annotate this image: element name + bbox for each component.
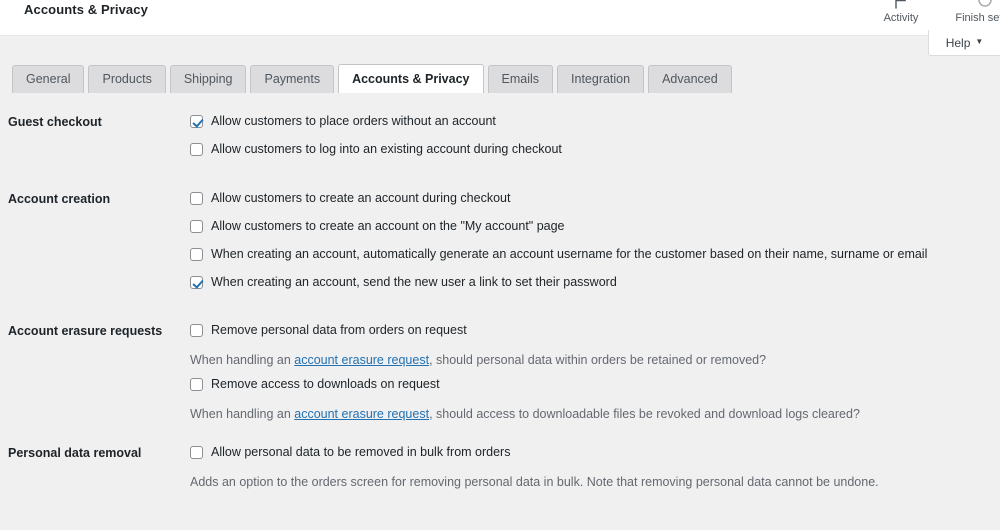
description-remove-personal-data-from-orders: When handling an account erasure request… (190, 351, 990, 377)
tab-emails[interactable]: Emails (487, 65, 554, 93)
tab-shipping[interactable]: Shipping (169, 65, 247, 93)
header-actions: Activity Finish setup (872, 0, 1000, 24)
checkbox-bulk-remove-personal-data[interactable] (190, 446, 203, 459)
field-allow-guest-orders[interactable]: Allow customers to place orders without … (190, 114, 990, 142)
activity-label: Activity (883, 12, 919, 24)
field-remove-personal-data-from-orders[interactable]: Remove personal data from orders on requ… (190, 323, 990, 351)
activity-button[interactable]: Activity (872, 0, 930, 24)
finish-setup-label: Finish setup (955, 12, 1000, 24)
description-remove-access-to-downloads: When handling an account erasure request… (190, 405, 990, 431)
account-erasure-request-link[interactable]: account erasure request (294, 407, 429, 421)
checkbox-remove-personal-data-from-orders[interactable] (190, 324, 203, 337)
description-bulk-remove-personal-data: Adds an option to the orders screen for … (190, 475, 879, 489)
settings-tabs-wrap: General Products Shipping Payments Accou… (0, 64, 1000, 93)
flag-icon (893, 0, 909, 10)
chevron-down-icon: ▼ (975, 37, 984, 46)
section-fields-account-creation: Allow customers to create an account dur… (190, 191, 1000, 303)
field-create-account-my-account-page[interactable]: Allow customers to create an account on … (190, 219, 990, 247)
section-label-guest-checkout: Guest checkout (8, 115, 102, 129)
description-text-after: , should access to downloadable files be… (429, 407, 860, 421)
label-send-password-setup-link[interactable]: When creating an account, send the new u… (211, 275, 617, 290)
label-allow-guest-orders[interactable]: Allow customers to place orders without … (211, 114, 496, 129)
tab-advanced[interactable]: Advanced (648, 65, 732, 93)
label-create-account-my-account-page[interactable]: Allow customers to create an account on … (211, 219, 565, 234)
account-erasure-request-link[interactable]: account erasure request (294, 353, 429, 367)
section-account-erasure-requests: Account erasure requests Remove personal… (0, 323, 1000, 431)
field-allow-login-during-checkout[interactable]: Allow customers to log into an existing … (190, 142, 990, 170)
help-tab-label: Help (945, 35, 971, 50)
section-account-creation: Account creation Allow customers to crea… (0, 191, 1000, 303)
label-allow-login-during-checkout[interactable]: Allow customers to log into an existing … (211, 142, 562, 157)
label-bulk-remove-personal-data[interactable]: Allow personal data to be removed in bul… (211, 445, 510, 460)
checkbox-remove-access-to-downloads[interactable] (190, 378, 203, 391)
section-label-personal-data-removal: Personal data removal (8, 446, 142, 460)
tab-general[interactable]: General (12, 65, 85, 93)
label-remove-access-to-downloads[interactable]: Remove access to downloads on request (211, 377, 440, 392)
field-auto-generate-username[interactable]: When creating an account, automatically … (190, 247, 990, 275)
checkbox-send-password-setup-link[interactable] (190, 276, 203, 289)
description-text-before: When handling an (190, 407, 295, 421)
section-fields-account-erasure-requests: Remove personal data from orders on requ… (190, 323, 1000, 431)
section-personal-data-removal: Personal data removal Allow personal dat… (0, 445, 1000, 499)
help-tab-button[interactable]: Help ▼ (928, 30, 1000, 56)
checkbox-allow-login-during-checkout[interactable] (190, 143, 203, 156)
page-header-band: Accounts & Privacy Activity Finish setup… (0, 0, 1000, 56)
finish-setup-button[interactable]: Finish setup (955, 0, 1000, 24)
page-title: Accounts & Privacy (24, 2, 148, 17)
label-auto-generate-username[interactable]: When creating an account, automatically … (211, 247, 927, 262)
tab-payments[interactable]: Payments (250, 65, 335, 93)
tab-accounts-and-privacy[interactable]: Accounts & Privacy (338, 64, 484, 93)
description-text-before: When handling an (190, 353, 295, 367)
section-fields-guest-checkout: Allow customers to place orders without … (190, 114, 1000, 170)
settings-tabs: General Products Shipping Payments Accou… (12, 64, 1000, 93)
section-guest-checkout: Guest checkout Allow customers to place … (0, 114, 1000, 170)
section-fields-personal-data-removal: Allow personal data to be removed in bul… (190, 445, 1000, 499)
checkbox-create-account-my-account-page[interactable] (190, 220, 203, 233)
field-remove-access-to-downloads[interactable]: Remove access to downloads on request (190, 377, 990, 405)
checkbox-create-account-during-checkout[interactable] (190, 192, 203, 205)
section-label-account-creation: Account creation (8, 192, 111, 206)
checkbox-allow-guest-orders[interactable] (190, 115, 203, 128)
field-create-account-during-checkout[interactable]: Allow customers to create an account dur… (190, 191, 990, 219)
description-text-after: , should personal data within orders be … (429, 353, 767, 367)
label-remove-personal-data-from-orders[interactable]: Remove personal data from orders on requ… (211, 323, 467, 338)
settings-form: Guest checkout Allow customers to place … (0, 93, 1000, 499)
tab-products[interactable]: Products (88, 65, 166, 93)
tab-integration[interactable]: Integration (557, 65, 645, 93)
checkbox-auto-generate-username[interactable] (190, 248, 203, 261)
field-bulk-remove-personal-data[interactable]: Allow personal data to be removed in bul… (190, 445, 990, 473)
section-label-account-erasure-requests: Account erasure requests (8, 324, 163, 338)
progress-circle-icon (977, 0, 993, 10)
field-send-password-setup-link[interactable]: When creating an account, send the new u… (190, 275, 990, 303)
label-create-account-during-checkout[interactable]: Allow customers to create an account dur… (211, 191, 510, 206)
